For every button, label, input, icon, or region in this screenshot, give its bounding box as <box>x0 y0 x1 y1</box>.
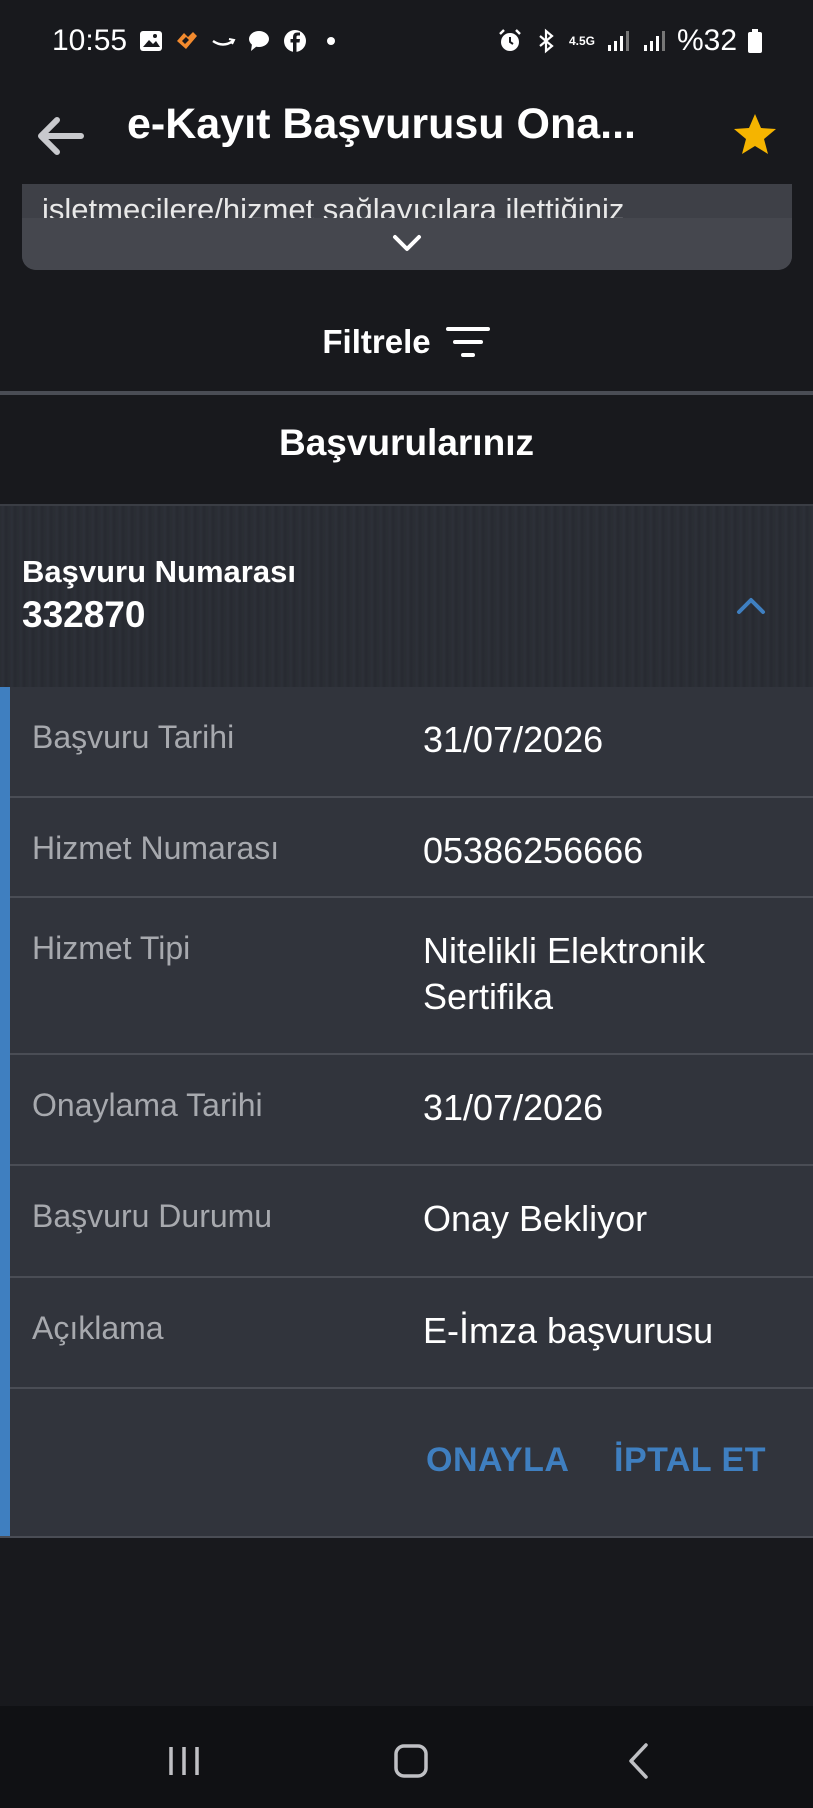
application-actions: ONAYLA İPTAL ET <box>10 1389 813 1536</box>
filter-label: Filtrele <box>322 323 431 360</box>
detail-value: 31/07/2026 <box>423 719 604 760</box>
filter-icon <box>445 327 490 357</box>
detail-value: 31/07/2026 <box>423 1087 604 1128</box>
alarm-icon <box>499 29 521 51</box>
expand-info-button[interactable] <box>389 228 425 258</box>
battery-percent: %32 <box>676 24 737 57</box>
detail-label: Açıklama <box>32 1310 164 1346</box>
application-header[interactable]: Başvuru Numarası 332870 <box>0 506 813 687</box>
app-icon <box>177 32 197 49</box>
filter-button[interactable]: Filtrele <box>0 310 813 374</box>
divider <box>0 1536 813 1538</box>
detail-value: Nitelikli Elektronik Sertifika <box>423 930 706 1017</box>
status-time: 10:55 <box>52 24 128 57</box>
detail-row: Onaylama Tarihi 31/07/2026 <box>10 1055 813 1166</box>
detail-label: Başvuru Tarihi <box>32 719 235 755</box>
application-number-value: 332870 <box>22 594 146 635</box>
nav-back-button[interactable] <box>614 1736 664 1786</box>
notification-icons <box>138 28 344 54</box>
star-icon <box>734 114 776 154</box>
signal-icon <box>607 31 629 51</box>
bluetooth-icon <box>539 28 554 54</box>
recents-icon <box>169 1747 199 1775</box>
amazon-icon <box>212 38 236 46</box>
home-button[interactable] <box>386 1736 436 1786</box>
info-card: işletmecilere/hizmet sağlayıcılara ilett… <box>22 184 792 270</box>
chevron-up-icon <box>737 598 765 614</box>
dot-icon <box>327 37 335 45</box>
status-bar: 10:55 4.5G %32 <box>0 0 813 88</box>
detail-row: Hizmet Numarası 05386256666 <box>10 798 813 898</box>
detail-label: Hizmet Tipi <box>32 930 191 966</box>
system-nav-bar <box>0 1706 813 1808</box>
recents-button[interactable] <box>159 1736 209 1786</box>
detail-row: Hizmet Tipi Nitelikli Elektronik Sertifi… <box>10 898 813 1055</box>
application-number-label: Başvuru Numarası <box>22 554 296 589</box>
chat-icon <box>249 31 269 51</box>
detail-row: Başvuru Tarihi 31/07/2026 <box>10 687 813 798</box>
detail-label: Başvuru Durumu <box>32 1198 273 1234</box>
detail-value: 05386256666 <box>423 830 644 871</box>
network-type: 4.5G <box>568 34 595 48</box>
battery-icon <box>748 29 762 53</box>
facebook-icon <box>284 30 306 52</box>
system-status: 4.5G %32 <box>497 24 763 58</box>
page-title: e-Kayıt Başvurusu Ona... <box>127 100 636 148</box>
back-icon <box>629 1743 648 1779</box>
application-details: Başvuru Tarihi 31/07/2026 Hizmet Numaras… <box>0 687 813 1536</box>
arrow-left-icon <box>38 117 84 155</box>
gallery-icon <box>140 31 162 51</box>
signal-icon <box>643 31 665 51</box>
detail-row: Başvuru Durumu Onay Bekliyor <box>10 1166 813 1278</box>
detail-label: Onaylama Tarihi <box>32 1087 263 1123</box>
accent-bar <box>0 687 10 1536</box>
approve-button[interactable]: ONAYLA <box>426 1441 569 1480</box>
section-title: Başvurularınız <box>279 422 534 463</box>
collapse-button[interactable] <box>729 584 773 628</box>
detail-value: E-İmza başvurusu <box>423 1310 714 1351</box>
app-bar: e-Kayıt Başvurusu Ona... <box>0 88 813 184</box>
back-button[interactable] <box>30 106 90 166</box>
divider <box>0 391 813 395</box>
detail-value: Onay Bekliyor <box>423 1198 648 1239</box>
detail-label: Hizmet Numarası <box>32 830 280 866</box>
chevron-down-icon <box>393 235 421 251</box>
detail-row: Açıklama E-İmza başvurusu <box>10 1278 813 1389</box>
home-icon <box>394 1744 428 1778</box>
favorite-button[interactable] <box>725 104 785 164</box>
cancel-button[interactable]: İPTAL ET <box>614 1441 766 1480</box>
